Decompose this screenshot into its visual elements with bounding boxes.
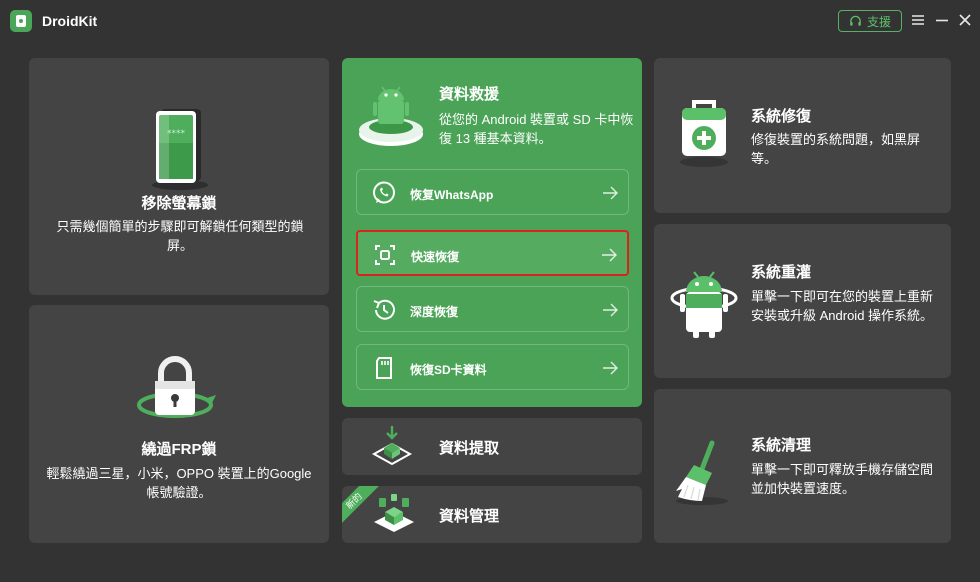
headset-icon (850, 15, 861, 26)
recover-whatsapp-button[interactable]: 恢复WhatsApp (356, 169, 629, 215)
support-button[interactable]: 支援 (838, 10, 902, 32)
sd-card-recovery-button[interactable]: 恢復SD卡資料 (356, 344, 629, 390)
data-extract-card[interactable]: 資料提取 (342, 418, 642, 475)
new-badge-label: 新的 (344, 491, 364, 511)
close-icon[interactable] (956, 11, 974, 29)
data-recovery-title: 資料救援 (439, 86, 500, 103)
title-bar: DroidKit 支援 (0, 0, 980, 42)
system-reinstall-desc: 單擊一下即可在您的裝置上重新安裝或升級 Android 操作系統。 (751, 289, 934, 323)
quick-recovery-button[interactable]: 快速恢復 (356, 230, 629, 276)
data-recovery-desc: 從您的 Android 裝置或 SD 卡中恢復 13 種基本資料。 (439, 112, 634, 146)
system-clean-card[interactable]: 系統清理 單擊一下即可釋放手機存儲空間並加快裝置速度。 (654, 389, 951, 543)
broom-icon (676, 440, 728, 505)
frp-bypass-desc: 輕鬆繞過三星，小米，OPPO 裝置上的Google帳號驗證。 (46, 466, 312, 500)
deep-recovery-button[interactable]: 深度恢復 (356, 286, 629, 332)
data-manager-icon (374, 494, 414, 532)
data-manager-title: 資料管理 (439, 508, 500, 525)
recover-whatsapp-label: 恢复WhatsApp (410, 188, 494, 202)
system-repair-desc: 修復裝置的系統問題，如黑屏等。 (751, 132, 921, 166)
sd-card-recovery-label: 恢復SD卡資料 (410, 363, 487, 377)
system-reinstall-card[interactable]: 系統重灌 單擊一下即可在您的裝置上重新安裝或升級 Android 操作系統。 (654, 224, 951, 378)
data-recovery-card[interactable]: 資料救援 從您的 Android 裝置或 SD 卡中恢復 13 種基本資料。 恢… (342, 58, 642, 407)
screen-unlock-title: 移除螢幕鎖 (141, 195, 217, 212)
padlock-icon (137, 356, 216, 418)
deep-recovery-label: 深度恢復 (410, 305, 459, 319)
frp-bypass-card[interactable]: 繞過FRP鎖 輕鬆繞過三星，小米，OPPO 裝置上的Google帳號驗證。 (29, 305, 329, 543)
arrow-right-icon (603, 303, 618, 317)
system-repair-title: 系統修復 (751, 108, 812, 125)
clock-history-icon (373, 299, 395, 320)
quick-recovery-label: 快速恢復 (411, 250, 460, 264)
screen-unlock-desc: 只需幾個簡單的步驟即可解鎖任何類型的鎖屏。 (56, 219, 304, 253)
system-clean-desc: 單擊一下即可釋放手機存儲空間並加快裝置速度。 (751, 462, 934, 496)
medical-kit-icon (680, 100, 728, 167)
app-title: DroidKit (42, 13, 98, 29)
arrow-right-icon (603, 361, 618, 375)
quick-recovery-icon (375, 245, 395, 265)
arrow-right-icon (603, 186, 618, 200)
data-manager-card[interactable]: 新的 資料管理 (342, 486, 642, 543)
data-extract-title: 資料提取 (439, 440, 500, 457)
whatsapp-icon (373, 181, 395, 204)
system-repair-card[interactable]: 系統修復 修復裝置的系統問題，如黑屏等。 (654, 58, 951, 213)
menu-icon[interactable] (909, 11, 927, 29)
android-recovery-icon (359, 86, 423, 146)
phone-lock-icon: **** (152, 109, 208, 190)
system-reinstall-title: 系統重灌 (751, 264, 812, 281)
android-reinstall-icon (670, 271, 738, 338)
support-label: 支援 (866, 14, 891, 29)
screen-unlock-card[interactable]: **** 移除螢幕鎖 只需幾個簡單的步驟即可解鎖任何類型的鎖屏。 (29, 58, 329, 295)
system-clean-title: 系統清理 (751, 437, 812, 454)
data-extract-icon (371, 426, 413, 466)
minimize-icon[interactable] (933, 11, 951, 29)
svg-text:****: **** (167, 129, 186, 139)
frp-bypass-title: 繞過FRP鎖 (141, 441, 217, 458)
sd-card-icon (376, 357, 392, 379)
arrow-right-icon (602, 248, 617, 262)
droidkit-logo-icon (10, 10, 32, 32)
